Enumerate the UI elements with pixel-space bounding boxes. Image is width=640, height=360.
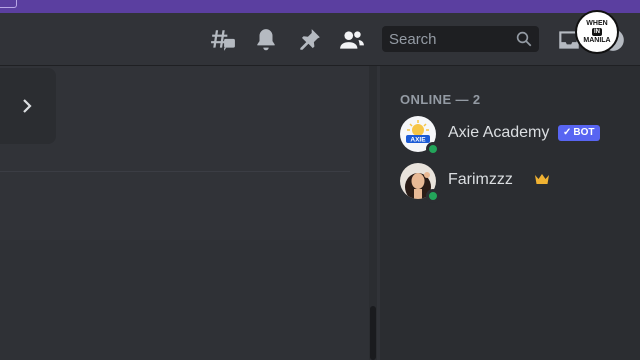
expand-panel-button[interactable] — [0, 68, 56, 144]
threads-icon[interactable] — [210, 27, 236, 53]
chevron-right-icon — [19, 98, 35, 114]
member-item-axie-academy[interactable]: AXIE Axie Academy ✓ BOT — [398, 112, 634, 156]
watermark-line2: IN — [592, 28, 602, 36]
member-name: Axie Academy — [448, 124, 550, 141]
search-box[interactable] — [382, 26, 539, 52]
scrollbar-thumb[interactable] — [370, 306, 376, 360]
watermark-line3: MANILA — [583, 37, 611, 44]
avatar-logo-text: AXIE — [410, 137, 426, 144]
bot-badge-label: BOT — [573, 127, 595, 138]
members-icon[interactable] — [339, 27, 365, 53]
crown-icon — [534, 171, 550, 187]
member-list: ONLINE — 2 AXIE Axie Academy ✓ BOT Farim… — [380, 66, 640, 360]
search-icon — [515, 30, 533, 48]
online-status-dot — [426, 189, 440, 203]
online-section-title: ONLINE — 2 — [400, 92, 481, 107]
window-top-strip — [0, 0, 640, 13]
pin-icon[interactable] — [296, 27, 322, 53]
search-input[interactable] — [382, 26, 512, 52]
chat-area — [0, 66, 380, 360]
content-divider — [0, 171, 350, 172]
verified-check-icon: ✓ — [563, 127, 572, 138]
bell-icon[interactable] — [253, 27, 279, 53]
channel-header — [0, 13, 640, 66]
bot-badge: ✓ BOT — [558, 125, 600, 141]
message-area-band — [0, 240, 370, 360]
member-item-farimzzz[interactable]: Farimzzz — [398, 159, 634, 203]
when-in-manila-watermark: WHEN IN MANILA — [575, 10, 619, 54]
online-status-dot — [426, 142, 440, 156]
member-name: Farimzzz — [448, 171, 513, 188]
window-corner — [0, 0, 17, 8]
watermark-line1: WHEN — [586, 20, 608, 27]
